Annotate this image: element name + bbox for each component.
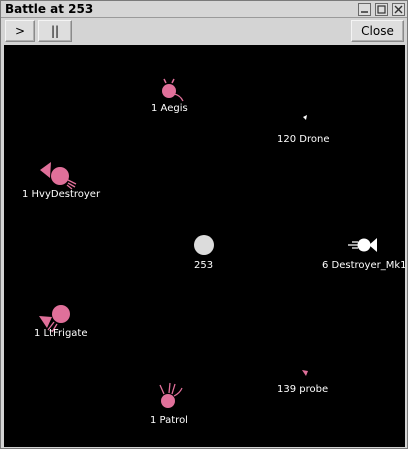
title-bar[interactable]: Battle at 253 bbox=[1, 1, 407, 18]
unit-label-hvydestroyer: 1 HvyDestroyer bbox=[22, 189, 101, 200]
close-button[interactable]: Close bbox=[351, 20, 404, 42]
unit-label-aegis: 1 Aegis bbox=[151, 103, 188, 114]
heavy-destroyer-ship-icon[interactable] bbox=[40, 162, 77, 190]
unit-label-patrol: 1 Patrol bbox=[150, 415, 188, 426]
window-title: Battle at 253 bbox=[5, 2, 94, 16]
probe-ship-icon[interactable] bbox=[302, 370, 308, 376]
battle-window: Battle at 253 > || Close 1 Aegis 120 Dro… bbox=[0, 0, 408, 449]
battle-field-art bbox=[39, 78, 377, 408]
toolbar: > || Close bbox=[1, 18, 407, 45]
patrol-ship-icon[interactable] bbox=[159, 382, 183, 408]
unit-label-drone: 120 Drone bbox=[277, 134, 330, 145]
close-icon[interactable] bbox=[392, 3, 405, 16]
unit-label-ltfrigate: 1 LtFrigate bbox=[34, 328, 88, 339]
planet-icon[interactable] bbox=[194, 235, 214, 255]
planet-label: 253 bbox=[194, 260, 214, 271]
maximize-icon[interactable] bbox=[375, 3, 388, 16]
drone-ship-icon[interactable] bbox=[303, 115, 307, 120]
pause-button[interactable]: || bbox=[38, 20, 72, 42]
destroyer-ship-icon[interactable] bbox=[348, 238, 377, 252]
play-button[interactable]: > bbox=[5, 20, 35, 42]
unit-label-destroyer-mk1: 6 Destroyer_Mk1 bbox=[322, 260, 405, 271]
minimize-icon[interactable] bbox=[358, 3, 371, 16]
unit-label-probe: 139 probe bbox=[277, 384, 329, 395]
battle-field[interactable]: 1 Aegis 120 Drone 1 HvyDestroyer 253 6 D… bbox=[4, 45, 405, 447]
aegis-ship-icon[interactable] bbox=[162, 78, 184, 102]
